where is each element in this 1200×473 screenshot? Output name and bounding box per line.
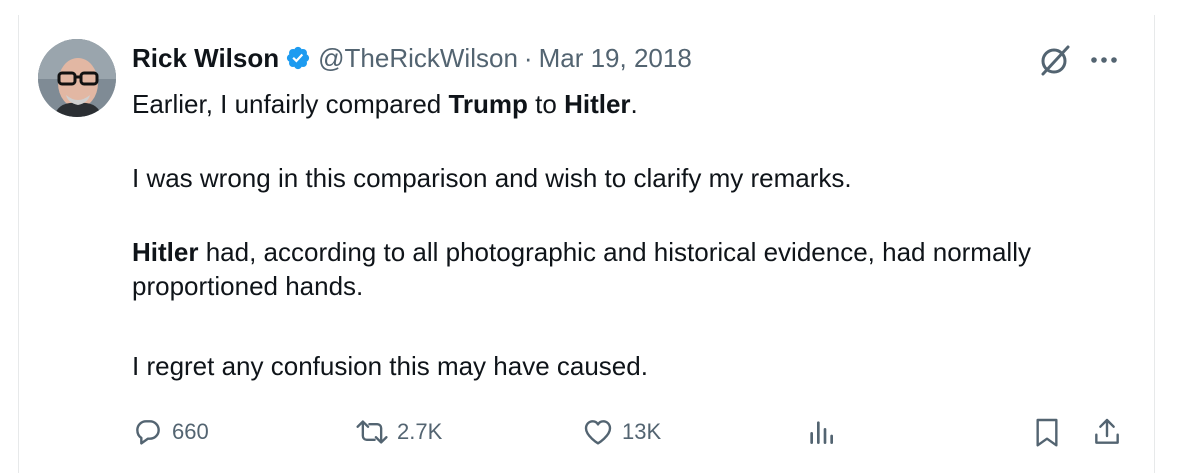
- views-button[interactable]: [806, 412, 836, 452]
- action-bar: 660 2.7K 13K: [0, 412, 1200, 452]
- repost-icon: [356, 420, 388, 444]
- tweet-header: Rick Wilson @TheRickWilson · Mar 19, 201…: [132, 38, 692, 78]
- like-count: 13K: [622, 419, 662, 444]
- tweet-text: Earlier, I unfairly compared Trump to Hi…: [132, 87, 1092, 383]
- share-button[interactable]: [1092, 412, 1122, 452]
- reply-button[interactable]: 660: [132, 412, 209, 452]
- heart-icon: [584, 420, 612, 445]
- tweet-date[interactable]: Mar 19, 2018: [539, 43, 692, 74]
- author-name[interactable]: Rick Wilson: [132, 43, 279, 74]
- tweet-line-4: I regret any confusion this may have cau…: [132, 351, 648, 381]
- grok-icon[interactable]: [1038, 43, 1072, 77]
- repost-count: 2.7K: [397, 419, 443, 444]
- avatar-image: [38, 39, 116, 117]
- bold-trump: Trump: [448, 89, 528, 119]
- bookmark-icon: [1036, 418, 1058, 447]
- tweet-line-1: Earlier, I unfairly compared Trump to Hi…: [132, 89, 638, 119]
- tweet-line-2: I was wrong in this comparison and wish …: [132, 163, 852, 193]
- views-icon: [810, 421, 834, 444]
- bookmark-button[interactable]: [1032, 412, 1062, 452]
- tweet-line-3: Hitler had, according to all photographi…: [132, 237, 1031, 301]
- reply-count: 660: [172, 419, 209, 444]
- bold-hitler: Hitler: [564, 89, 631, 119]
- author-handle[interactable]: @TheRickWilson: [318, 43, 518, 74]
- like-button[interactable]: 13K: [582, 412, 661, 452]
- more-icon[interactable]: [1089, 55, 1119, 65]
- bold-hitler-2: Hitler: [132, 237, 199, 267]
- share-icon: [1095, 418, 1119, 444]
- repost-button[interactable]: 2.7K: [355, 412, 442, 452]
- verified-badge-icon[interactable]: [285, 45, 311, 71]
- reply-icon: [136, 420, 160, 445]
- avatar[interactable]: [38, 39, 116, 117]
- separator-dot: ·: [523, 42, 533, 73]
